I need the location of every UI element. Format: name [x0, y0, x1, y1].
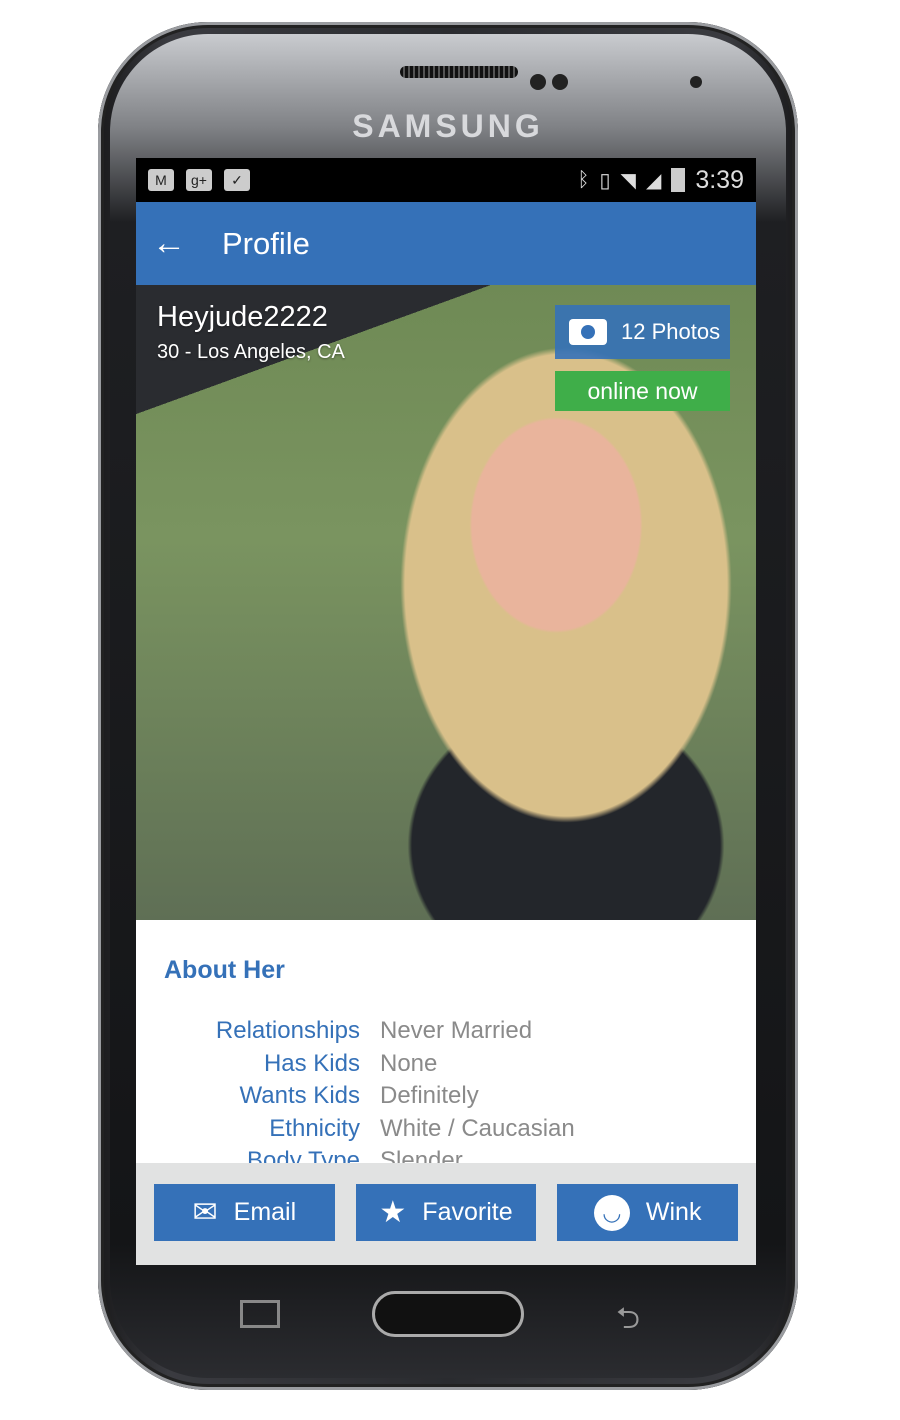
signal-icon: ◢	[645, 169, 662, 192]
camera-icon	[569, 319, 607, 345]
home-button[interactable]	[372, 1291, 524, 1337]
vibrate-icon: ▯	[599, 169, 611, 192]
wink-smiley-icon: ◡	[593, 1194, 630, 1231]
clock: 3:39	[695, 165, 744, 194]
detail-key: Relationships	[215, 1017, 360, 1044]
front-camera	[690, 76, 702, 88]
detail-key: Has Kids	[263, 1049, 360, 1077]
envelope-icon: ✉	[192, 1196, 218, 1229]
wink-button[interactable]: ◡ Wink	[557, 1184, 739, 1241]
wink-label: Wink	[645, 1198, 702, 1226]
battery-icon	[671, 168, 686, 192]
favorite-label: Favorite	[422, 1198, 513, 1226]
app-bar: ← Profile	[136, 202, 756, 285]
email-label: Email	[233, 1198, 297, 1226]
gmail-icon: M	[148, 169, 174, 191]
bluetooth-icon: ᛒ	[577, 168, 590, 191]
detail-key: Ethnicity	[269, 1114, 360, 1142]
status-bar: M g+ ✓ ᛒ ▯ ◥ ◢ 3:39	[136, 158, 756, 202]
age-location: 30 - Los Angeles, CA	[157, 341, 345, 363]
about-heading: About Her	[164, 956, 285, 984]
recent-apps-button[interactable]	[240, 1300, 280, 1328]
brand-logo: SAMSUNG	[352, 108, 544, 144]
online-status-badge: online now	[555, 371, 730, 411]
photos-label: 12 Photos	[621, 319, 721, 344]
sensor	[552, 74, 568, 90]
detail-value: None	[380, 1049, 438, 1077]
detail-row: Wants Kids Definitely	[164, 1080, 756, 1113]
detail-value: Definitely	[380, 1082, 479, 1109]
wifi-icon: ◥	[620, 169, 636, 192]
detail-value: Never Married	[380, 1017, 533, 1044]
sensor	[530, 74, 546, 90]
detail-key: Wants Kids	[239, 1082, 360, 1109]
detail-row: Ethnicity White / Caucasian	[164, 1113, 756, 1146]
username: Heyjude2222	[157, 301, 328, 333]
screen: M g+ ✓ ᛒ ▯ ◥ ◢ 3:39 ← Profile Heyjude222…	[136, 158, 756, 1265]
about-section: About Her Relationships Never Married Has…	[136, 920, 756, 1174]
action-bar: ✉ Email ★ Favorite ◡ Wink	[136, 1163, 756, 1265]
google-plus-icon: g+	[186, 169, 212, 191]
email-button[interactable]: ✉ Email	[154, 1184, 335, 1241]
detail-row: Relationships Never Married	[164, 1015, 756, 1048]
arrow-left-icon[interactable]: ←	[152, 224, 186, 263]
detail-value: White / Caucasian	[380, 1114, 575, 1142]
page-title: Profile	[222, 225, 310, 261]
speaker-grille	[400, 66, 518, 78]
profile-photo[interactable]: Heyjude2222 30 - Los Angeles, CA 12 Phot…	[136, 285, 756, 920]
star-icon: ★	[379, 1196, 407, 1229]
shopping-bag-icon: ✓	[224, 169, 250, 191]
favorite-button[interactable]: ★ Favorite	[355, 1184, 537, 1241]
photos-button[interactable]: 12 Photos	[555, 305, 730, 359]
back-button-icon[interactable]: ⮌	[616, 1296, 640, 1347]
detail-row: Has Kids None	[164, 1048, 756, 1081]
